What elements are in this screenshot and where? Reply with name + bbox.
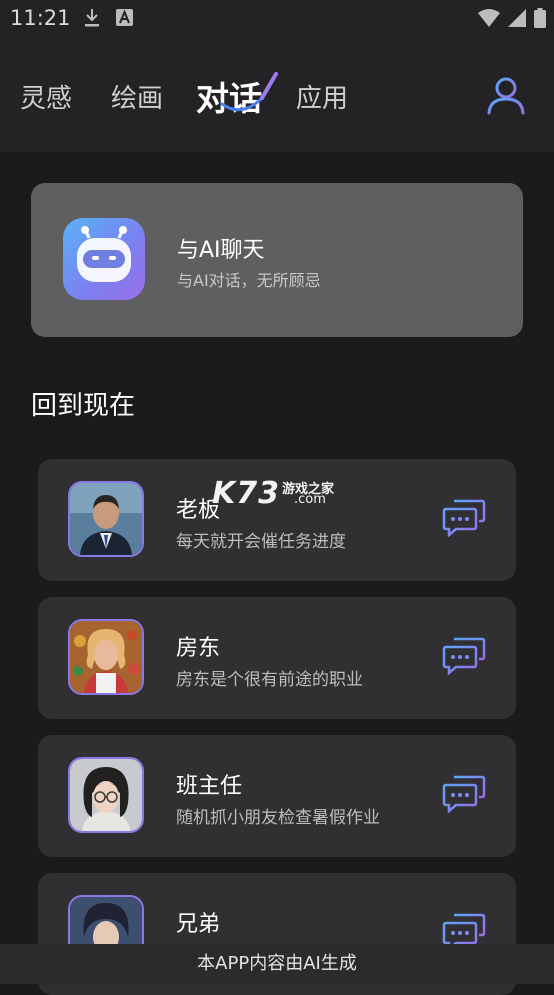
ai-chat-card[interactable]: 与AI聊天 与AI对话，无所顾忌 [31, 183, 523, 337]
character-description: 每天就开会催任务进度 [176, 532, 346, 552]
tab-inspiration[interactable]: 灵感 [20, 78, 72, 115]
watermark-domain: .com [294, 492, 326, 507]
main-content: 与AI聊天 与AI对话，无所顾忌 回到现在 老板 每天就开会催任务进度 房东 房… [0, 152, 554, 995]
battery-icon [534, 8, 546, 28]
watermark-brand: K73 [212, 476, 280, 511]
tab-painting[interactable]: 绘画 [111, 78, 163, 115]
character-card-head-teacher[interactable]: 班主任 随机抓小朋友检查暑假作业 [38, 735, 516, 857]
section-title: 回到现在 [31, 391, 136, 421]
status-bar: 11:21 [0, 0, 554, 38]
feature-title: 与AI聊天 [177, 238, 265, 263]
boss-avatar [68, 481, 144, 557]
character-name: 兄弟 [176, 912, 221, 937]
character-name: 房东 [176, 636, 221, 661]
robot-icon [63, 218, 145, 300]
signal-icon [508, 9, 526, 27]
status-indicators [478, 8, 546, 28]
character-description: 房东是个很有前途的职业 [176, 670, 363, 690]
chat-bubble-icon[interactable] [442, 497, 486, 537]
wifi-icon [478, 9, 500, 27]
user-profile-icon[interactable] [486, 75, 526, 115]
feature-subtitle: 与AI对话，无所顾忌 [177, 271, 321, 290]
character-description: 随机抓小朋友检查暑假作业 [176, 808, 380, 828]
active-tab-indicator [220, 72, 278, 112]
chat-bubble-icon[interactable] [442, 773, 486, 813]
chat-bubble-icon[interactable] [442, 635, 486, 675]
download-icon [85, 9, 99, 27]
ai-disclaimer-footer: 本APP内容由AI生成 [0, 944, 554, 984]
character-card-landlord[interactable]: 房东 房东是个很有前途的职业 [38, 597, 516, 719]
character-name: 班主任 [176, 774, 243, 799]
landlord-avatar [68, 619, 144, 695]
status-time: 11:21 [10, 6, 71, 30]
tab-apps[interactable]: 应用 [296, 78, 348, 115]
head-teacher-avatar [68, 757, 144, 833]
app-notification-icon [116, 9, 133, 26]
top-nav: 灵感 绘画 对话 应用 [0, 38, 554, 152]
